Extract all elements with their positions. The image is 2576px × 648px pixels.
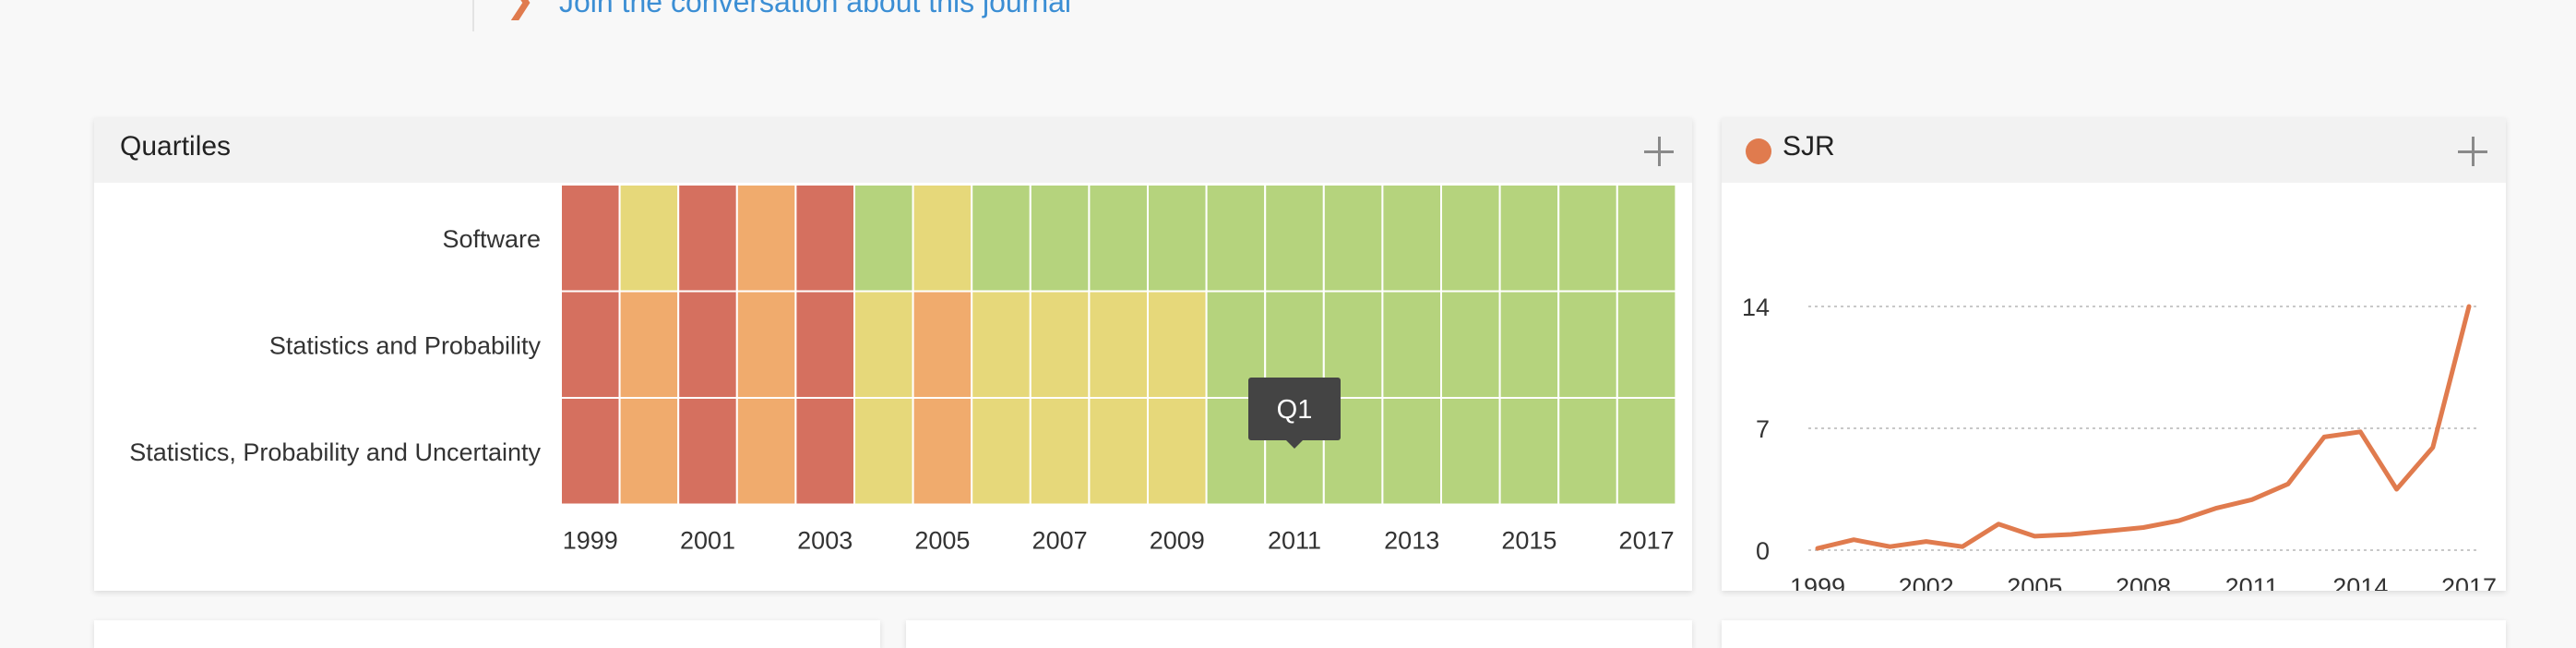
bottom-card — [94, 620, 880, 648]
row-label: Statistics, Probability and Uncertainty — [129, 438, 541, 466]
x-tick-label: 2007 — [1032, 527, 1088, 555]
heatmap-cell[interactable] — [1557, 184, 1618, 293]
quartiles-heatmap: Software Statistics and Probability Statis… — [129, 184, 1677, 555]
heatmap-cell[interactable] — [1498, 397, 1560, 506]
heatmap-cell[interactable] — [853, 397, 914, 506]
heatmap-cell[interactable] — [794, 397, 856, 506]
bottom-card — [906, 620, 1692, 648]
heatmap-cell[interactable] — [1498, 184, 1560, 293]
heatmap-cell[interactable] — [912, 184, 973, 293]
x-tick-label: 2002 — [1899, 573, 1954, 591]
top-strip: ❯ Join the conversation about this journ… — [0, 0, 2576, 37]
sjr-card: SJR 0 7 14 1999 2002 2005 2008 2011 2014 2017 — [1722, 118, 2506, 591]
x-tick-label: 2017 — [2441, 573, 2497, 591]
heatmap-cell[interactable] — [1322, 184, 1384, 293]
quartiles-card: Quartiles Software Statistics and Probabi… — [94, 118, 1692, 591]
heatmap-cell[interactable] — [1147, 184, 1208, 293]
conversation-link[interactable]: Join the conversation about this journal — [559, 0, 1071, 19]
heatmap-cell[interactable] — [677, 184, 738, 293]
heatmap-cell[interactable] — [560, 290, 621, 399]
x-tick-label: 2014 — [2332, 573, 2388, 591]
plus-icon[interactable] — [1644, 137, 1674, 166]
heatmap-cell[interactable] — [1616, 397, 1677, 506]
heatmap-cell[interactable] — [618, 397, 680, 506]
x-tick-label: 2005 — [2007, 573, 2062, 591]
heatmap-cell[interactable] — [735, 290, 797, 399]
heatmap-cell[interactable] — [677, 290, 738, 399]
heatmap-cell[interactable] — [1616, 290, 1677, 399]
sjr-line-chart: 0 7 14 1999 2002 2005 2008 2011 2014 2017 — [1742, 294, 2497, 591]
heatmap-cell[interactable] — [618, 290, 680, 399]
sjr-header: SJR — [1722, 118, 2506, 183]
heatmap-cell[interactable] — [618, 184, 680, 293]
divider — [472, 0, 474, 31]
x-tick-label: 2008 — [2116, 573, 2171, 591]
heatmap-cell[interactable] — [1147, 397, 1208, 506]
arrow-icon: ❯ — [506, 0, 535, 20]
heatmap-cell[interactable] — [1147, 290, 1208, 399]
heatmap-cell[interactable] — [1440, 184, 1501, 293]
heatmap-cell[interactable] — [912, 290, 973, 399]
heatmap-cell[interactable] — [1440, 397, 1501, 506]
heatmap-cell[interactable] — [1029, 397, 1091, 506]
heatmap-cell[interactable] — [560, 184, 621, 293]
x-tick-label: 2009 — [1150, 527, 1205, 555]
x-tick-label: 2001 — [680, 527, 735, 555]
bottom-card — [1722, 620, 2506, 648]
heatmap-cell[interactable] — [1029, 290, 1091, 399]
heatmap-cell[interactable] — [735, 184, 797, 293]
quartiles-header: Quartiles — [94, 118, 1692, 183]
heatmap-cell[interactable] — [853, 184, 914, 293]
heatmap-cell[interactable] — [1616, 184, 1677, 293]
heatmap-cell[interactable] — [794, 184, 856, 293]
x-tick-label: 1999 — [563, 527, 618, 555]
legend-dot-icon — [1746, 138, 1771, 164]
x-tick-label: 2013 — [1384, 527, 1439, 555]
heatmap-cell[interactable] — [1088, 290, 1150, 399]
heatmap-cell[interactable] — [853, 290, 914, 399]
heatmap-cell[interactable] — [912, 397, 973, 506]
heatmap-cell[interactable] — [971, 397, 1032, 506]
heatmap-cell[interactable] — [1264, 184, 1325, 293]
y-tick-label: 0 — [1756, 537, 1770, 565]
row-label: Software — [442, 225, 541, 253]
x-tick-label: 2015 — [1501, 527, 1556, 555]
x-tick-label: 1999 — [1790, 573, 1845, 591]
heatmap-cell[interactable] — [1440, 290, 1501, 399]
heatmap-cell[interactable] — [971, 184, 1032, 293]
sjr-title: SJR — [1783, 131, 1835, 162]
heatmap-cell[interactable] — [1381, 397, 1443, 506]
heatmap-cell[interactable] — [560, 397, 621, 506]
heatmap-cell[interactable] — [1557, 290, 1618, 399]
heatmap-cell[interactable] — [1381, 290, 1443, 399]
heatmap-cell[interactable] — [735, 397, 797, 506]
y-tick-label: 7 — [1756, 415, 1770, 443]
heatmap-cell[interactable] — [1205, 184, 1267, 293]
row-label: Statistics and Probability — [269, 331, 542, 359]
quartiles-title: Quartiles — [120, 131, 232, 162]
tooltip-label: Q1 — [1277, 395, 1313, 425]
heatmap-cell[interactable] — [1381, 184, 1443, 293]
heatmap-cell[interactable] — [794, 290, 856, 399]
x-tick-label: 2011 — [2225, 573, 2279, 591]
heatmap-cell[interactable] — [1088, 184, 1150, 293]
x-tick-label: 2011 — [1268, 527, 1321, 555]
x-tick-label: 2003 — [797, 527, 853, 555]
heatmap-cell[interactable] — [1498, 290, 1560, 399]
plus-icon[interactable] — [2458, 137, 2487, 166]
x-tick-label: 2017 — [1619, 527, 1675, 555]
x-tick-label: 2005 — [914, 527, 970, 555]
heatmap-cell[interactable] — [1088, 397, 1150, 506]
heatmap-cell[interactable] — [971, 290, 1032, 399]
tooltip: Q1 — [1248, 378, 1341, 449]
heatmap-cell[interactable] — [1029, 184, 1091, 293]
heatmap-cell[interactable] — [677, 397, 738, 506]
y-tick-label: 14 — [1742, 294, 1770, 321]
heatmap-cell[interactable] — [1557, 397, 1618, 506]
